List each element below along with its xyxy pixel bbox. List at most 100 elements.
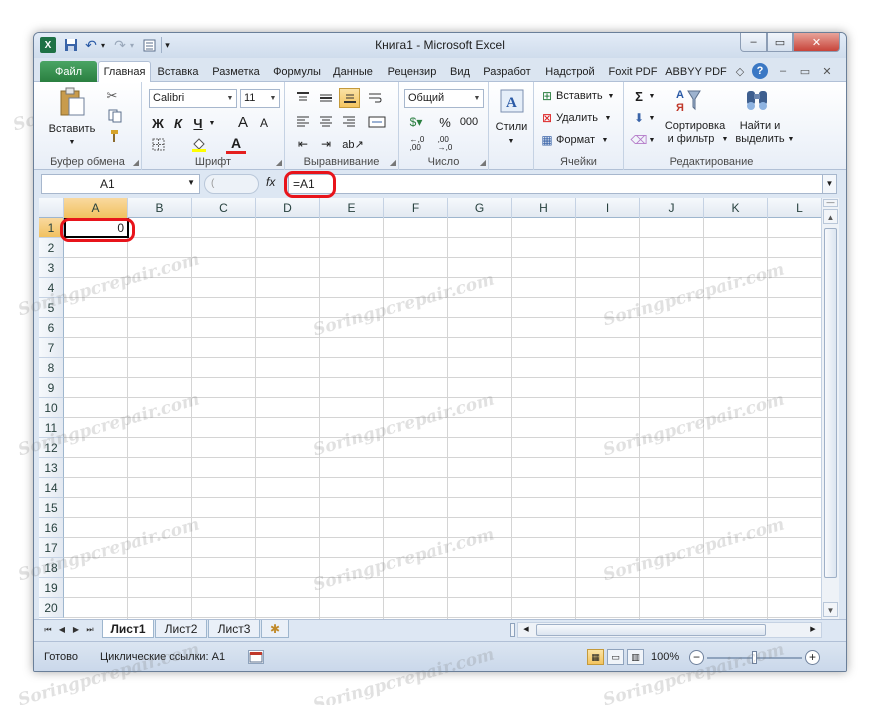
grow-font-button[interactable]: A [234,113,252,131]
row-header-12[interactable]: 12 [39,438,64,458]
tab-home[interactable]: Главная [98,61,151,82]
expand-formula-bar-icon[interactable]: ▼ [822,174,837,194]
zoom-level[interactable]: 100% [651,651,679,663]
borders-icon[interactable] [149,135,167,153]
row-header-16[interactable]: 16 [39,518,64,538]
format-dropdown-icon[interactable]: ▼ [601,135,609,145]
font-launcher-icon[interactable]: ◢ [276,158,282,167]
delete-cells-icon[interactable]: ⊠ [540,110,554,126]
row-header-13[interactable]: 13 [39,458,64,478]
sort-filter-dropdown-icon[interactable]: ▼ [721,134,729,144]
row-header-2[interactable]: 2 [39,238,64,258]
paste-dropdown-icon[interactable]: ▼ [66,137,78,147]
decrease-decimal-icon[interactable]: ,00 →,0 [433,135,457,153]
row-header-11[interactable]: 11 [39,418,64,438]
column-header-j[interactable]: J [640,198,704,218]
underline-button[interactable]: Ч [189,114,207,132]
row-header-7[interactable]: 7 [39,338,64,358]
page-break-view-icon[interactable]: ▥ [627,649,644,665]
zoom-in-icon[interactable]: + [805,650,820,665]
column-header-b[interactable]: B [128,198,192,218]
next-sheet-icon[interactable]: ▶ [70,623,82,637]
styles-dropdown-icon[interactable]: ▼ [505,136,517,146]
paste-button[interactable]: Вставить [42,122,102,136]
column-header-c[interactable]: C [192,198,256,218]
row-header-15[interactable]: 15 [39,498,64,518]
styles-button[interactable]: Стили [489,120,534,134]
row-header-6[interactable]: 6 [39,318,64,338]
currency-icon[interactable]: $▾ [405,113,427,131]
row-header-5[interactable]: 5 [39,298,64,318]
normal-view-icon[interactable]: ▦ [587,649,604,665]
tab-insert[interactable]: Вставка [152,61,204,82]
fill-icon[interactable]: ⬇ [630,110,648,126]
number-format-combo[interactable]: Общий ▼ [404,89,484,108]
row-header-9[interactable]: 9 [39,378,64,398]
underline-dropdown-icon[interactable]: ▼ [208,117,216,129]
increase-indent-icon[interactable]: ⇥ [316,135,336,153]
find-select-dropdown-icon[interactable]: ▼ [787,134,795,144]
tab-addins[interactable]: Надстрой [539,61,601,82]
column-header-a[interactable]: A [64,198,128,218]
number-launcher-icon[interactable]: ◢ [480,158,486,167]
page-layout-view-icon[interactable]: ▭ [607,649,624,665]
autosum-icon[interactable]: Σ [630,88,648,104]
worksheet-grid[interactable]: ABCDEFGHIJKL 1 2 3 4 5 6 7 8 9 10 11 12 13 14 15 16 17 18… [39,198,821,619]
clipboard-launcher-icon[interactable]: ◢ [133,158,139,167]
help-icon[interactable]: ? [752,63,768,79]
sort-filter-icon[interactable]: AЯ [673,86,703,114]
tab-foxit-pdf[interactable]: Foxit PDF [602,61,664,82]
tab-developer[interactable]: Разработ [476,61,538,82]
bold-button[interactable]: Ж [149,114,167,132]
insert-cells-icon[interactable]: ⊞ [540,88,554,104]
find-select-button-line1[interactable]: Найти и [732,119,788,132]
column-header-f[interactable]: F [384,198,448,218]
row-header-14[interactable]: 14 [39,478,64,498]
name-box-dropdown-icon[interactable]: ▼ [187,178,195,187]
font-name-combo[interactable]: Calibri ▼ [149,89,237,108]
tab-view[interactable]: Вид [445,61,475,82]
scroll-down-icon[interactable]: ▼ [823,602,838,617]
last-sheet-icon[interactable]: ⏭ [84,623,96,637]
macro-record-icon[interactable] [248,650,264,664]
tab-formulas[interactable]: Формулы [268,61,326,82]
shrink-font-button[interactable]: A [256,115,272,131]
clear-dropdown-icon[interactable]: ▼ [648,135,656,145]
zoom-out-icon[interactable]: − [689,650,704,665]
minimize-ribbon-icon[interactable]: ◇ [732,63,748,79]
tab-abbyy-pdf[interactable]: ABBYY PDF [665,61,727,82]
delete-cells-button[interactable]: Удалить [556,110,602,126]
delete-dropdown-icon[interactable]: ▼ [604,113,612,123]
split-box-icon[interactable]: ― [823,199,838,207]
wrap-text-icon[interactable] [365,88,385,108]
fill-dropdown-icon[interactable]: ▼ [648,113,656,123]
row-header-19[interactable]: 19 [39,578,64,598]
align-center-icon[interactable] [316,112,336,132]
doc-close-icon[interactable]: ✕ [819,63,835,79]
merge-center-icon[interactable] [365,112,389,132]
row-header-10[interactable]: 10 [39,398,64,418]
align-bottom-icon[interactable] [339,88,360,108]
format-painter-icon[interactable] [104,128,120,144]
close-button[interactable]: ✕ [793,33,840,52]
tab-data[interactable]: Данные [327,61,379,82]
vertical-scrollbar[interactable]: ― ▲ ▼ [821,198,839,619]
doc-minimize-icon[interactable]: – [775,63,791,79]
find-select-icon[interactable] [742,86,772,114]
column-header-l[interactable]: L [768,198,821,218]
column-header-h[interactable]: H [512,198,576,218]
paste-icon[interactable] [57,86,87,118]
tab-review[interactable]: Рецензир [380,61,444,82]
minimize-button[interactable]: – [740,33,767,52]
cells-area[interactable] [64,218,821,619]
orientation-icon[interactable]: ab↗ [341,135,365,153]
thousands-button[interactable]: 000 [457,113,481,131]
font-color-icon[interactable]: A [226,134,246,154]
row-header-17[interactable]: 17 [39,538,64,558]
chevron-down-icon[interactable]: ▼ [224,90,236,107]
horizontal-scrollbar[interactable]: ◀ ▶ [517,622,822,638]
vertical-scroll-thumb[interactable] [824,228,837,578]
cut-icon[interactable]: ✂ [104,88,120,104]
format-cells-icon[interactable]: ▦ [540,132,554,148]
name-box[interactable]: A1 ▼ [41,174,200,194]
